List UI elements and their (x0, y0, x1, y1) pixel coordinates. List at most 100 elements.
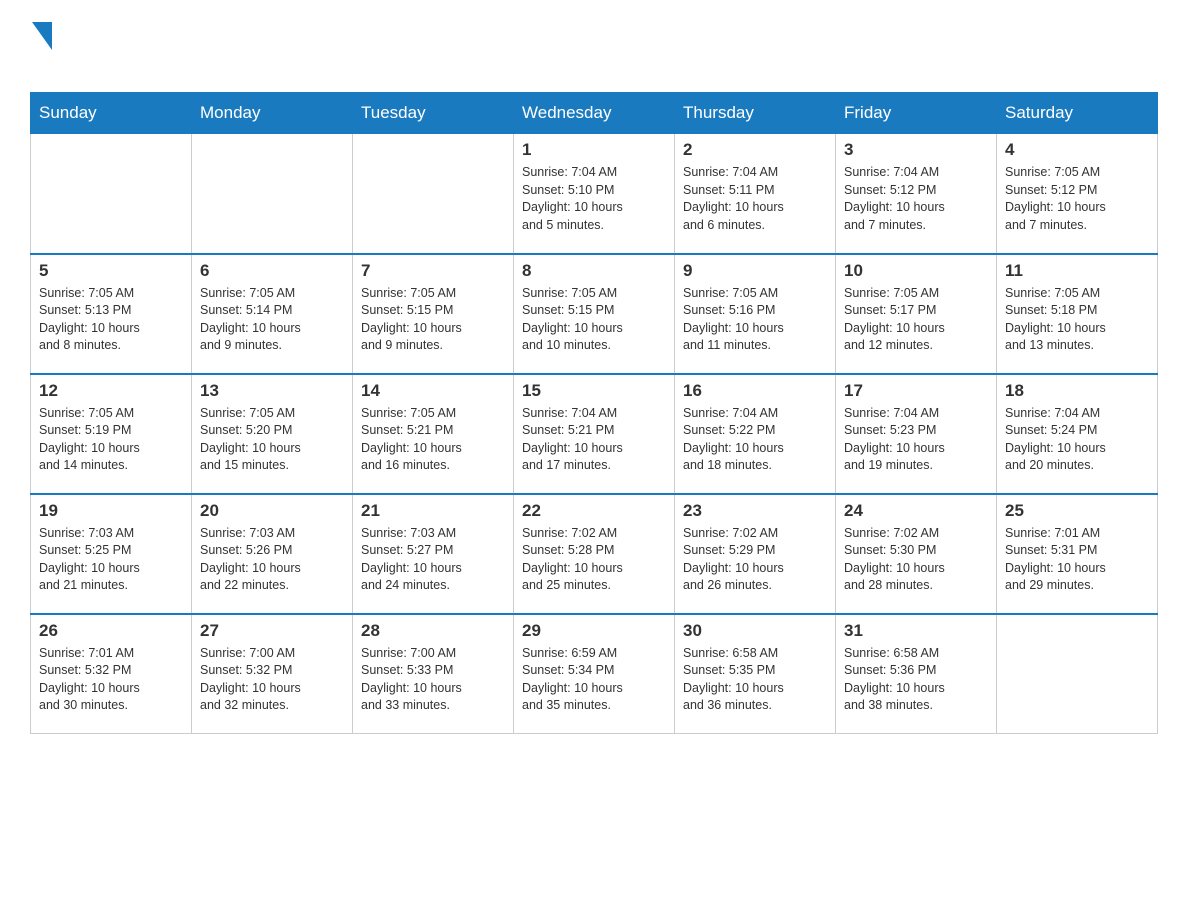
calendar-cell: 13 Sunrise: 7:05 AM Sunset: 5:20 PM Dayli… (192, 374, 353, 494)
day-number: 26 (39, 621, 183, 641)
calendar-cell: 27 Sunrise: 7:00 AM Sunset: 5:32 PM Dayli… (192, 614, 353, 734)
day-number: 1 (522, 140, 666, 160)
weekday-header-sunday: Sunday (31, 93, 192, 134)
day-info: Sunrise: 6:59 AM Sunset: 5:34 PM Dayligh… (522, 645, 666, 715)
day-number: 21 (361, 501, 505, 521)
day-number: 31 (844, 621, 988, 641)
calendar-cell: 12Sunrise: 7:05 AM Sunset: 5:19 PM Dayli… (31, 374, 192, 494)
day-info: Sunrise: 7:04 AM Sunset: 5:11 PM Dayligh… (683, 164, 827, 234)
day-info: Sunrise: 7:04 AM Sunset: 5:10 PM Dayligh… (522, 164, 666, 234)
weekday-header-wednesday: Wednesday (514, 93, 675, 134)
calendar-cell: 24 Sunrise: 7:02 AM Sunset: 5:30 PM Dayli… (836, 494, 997, 614)
calendar-cell: 29 Sunrise: 6:59 AM Sunset: 5:34 PM Dayli… (514, 614, 675, 734)
logo-triangle-icon (32, 22, 52, 50)
weekday-header-friday: Friday (836, 93, 997, 134)
weekday-header-saturday: Saturday (997, 93, 1158, 134)
calendar-week-row: 19 Sunrise: 7:03 AM Sunset: 5:25 PM Dayli… (31, 494, 1158, 614)
calendar-table: SundayMondayTuesdayWednesdayThursdayFrid… (30, 92, 1158, 734)
day-info: Sunrise: 7:05 AM Sunset: 5:21 PM Dayligh… (361, 405, 505, 475)
logo (30, 20, 52, 82)
calendar-cell: 23 Sunrise: 7:02 AM Sunset: 5:29 PM Dayli… (675, 494, 836, 614)
day-info: Sunrise: 7:01 AM Sunset: 5:32 PM Dayligh… (39, 645, 183, 715)
day-info: Sunrise: 7:00 AM Sunset: 5:32 PM Dayligh… (200, 645, 344, 715)
day-info: Sunrise: 7:02 AM Sunset: 5:30 PM Dayligh… (844, 525, 988, 595)
day-number: 8 (522, 261, 666, 281)
day-number: 30 (683, 621, 827, 641)
weekday-header-row: SundayMondayTuesdayWednesdayThursdayFrid… (31, 93, 1158, 134)
calendar-cell: 18Sunrise: 7:04 AM Sunset: 5:24 PM Dayli… (997, 374, 1158, 494)
calendar-cell (192, 134, 353, 254)
day-number: 13 (200, 381, 344, 401)
day-number: 29 (522, 621, 666, 641)
calendar-cell: 9 Sunrise: 7:05 AM Sunset: 5:16 PM Daylig… (675, 254, 836, 374)
day-number: 17 (844, 381, 988, 401)
day-info: Sunrise: 7:05 AM Sunset: 5:15 PM Dayligh… (361, 285, 505, 355)
day-number: 24 (844, 501, 988, 521)
calendar-cell: 5 Sunrise: 7:05 AM Sunset: 5:13 PM Daylig… (31, 254, 192, 374)
day-number: 27 (200, 621, 344, 641)
day-info: Sunrise: 7:04 AM Sunset: 5:22 PM Dayligh… (683, 405, 827, 475)
day-number: 16 (683, 381, 827, 401)
calendar-cell: 21Sunrise: 7:03 AM Sunset: 5:27 PM Dayli… (353, 494, 514, 614)
day-number: 22 (522, 501, 666, 521)
day-number: 6 (200, 261, 344, 281)
weekday-header-tuesday: Tuesday (353, 93, 514, 134)
calendar-week-row: 1 Sunrise: 7:04 AM Sunset: 5:10 PM Daylig… (31, 134, 1158, 254)
day-info: Sunrise: 7:02 AM Sunset: 5:29 PM Dayligh… (683, 525, 827, 595)
page-header (30, 20, 1158, 82)
calendar-cell (31, 134, 192, 254)
calendar-cell: 1 Sunrise: 7:04 AM Sunset: 5:10 PM Daylig… (514, 134, 675, 254)
calendar-cell: 4 Sunrise: 7:05 AM Sunset: 5:12 PM Daylig… (997, 134, 1158, 254)
day-info: Sunrise: 7:03 AM Sunset: 5:26 PM Dayligh… (200, 525, 344, 595)
calendar-cell: 7 Sunrise: 7:05 AM Sunset: 5:15 PM Daylig… (353, 254, 514, 374)
calendar-cell: 28Sunrise: 7:00 AM Sunset: 5:33 PM Dayli… (353, 614, 514, 734)
day-number: 19 (39, 501, 183, 521)
day-info: Sunrise: 7:05 AM Sunset: 5:17 PM Dayligh… (844, 285, 988, 355)
calendar-cell: 19 Sunrise: 7:03 AM Sunset: 5:25 PM Dayli… (31, 494, 192, 614)
weekday-header-thursday: Thursday (675, 93, 836, 134)
calendar-cell: 11Sunrise: 7:05 AM Sunset: 5:18 PM Dayli… (997, 254, 1158, 374)
weekday-header-monday: Monday (192, 93, 353, 134)
day-number: 15 (522, 381, 666, 401)
day-number: 2 (683, 140, 827, 160)
day-number: 23 (683, 501, 827, 521)
calendar-cell: 14 Sunrise: 7:05 AM Sunset: 5:21 PM Dayli… (353, 374, 514, 494)
day-info: Sunrise: 7:04 AM Sunset: 5:23 PM Dayligh… (844, 405, 988, 475)
day-info: Sunrise: 7:04 AM Sunset: 5:21 PM Dayligh… (522, 405, 666, 475)
day-info: Sunrise: 7:05 AM Sunset: 5:16 PM Dayligh… (683, 285, 827, 355)
day-info: Sunrise: 7:03 AM Sunset: 5:25 PM Dayligh… (39, 525, 183, 595)
day-info: Sunrise: 7:05 AM Sunset: 5:15 PM Dayligh… (522, 285, 666, 355)
calendar-cell: 16 Sunrise: 7:04 AM Sunset: 5:22 PM Dayli… (675, 374, 836, 494)
calendar-cell (997, 614, 1158, 734)
calendar-cell: 15 Sunrise: 7:04 AM Sunset: 5:21 PM Dayli… (514, 374, 675, 494)
calendar-cell (353, 134, 514, 254)
calendar-cell: 2 Sunrise: 7:04 AM Sunset: 5:11 PM Daylig… (675, 134, 836, 254)
day-info: Sunrise: 7:05 AM Sunset: 5:20 PM Dayligh… (200, 405, 344, 475)
day-number: 3 (844, 140, 988, 160)
day-number: 7 (361, 261, 505, 281)
calendar-cell: 6 Sunrise: 7:05 AM Sunset: 5:14 PM Daylig… (192, 254, 353, 374)
day-info: Sunrise: 7:05 AM Sunset: 5:18 PM Dayligh… (1005, 285, 1149, 355)
calendar-week-row: 12Sunrise: 7:05 AM Sunset: 5:19 PM Dayli… (31, 374, 1158, 494)
day-info: Sunrise: 6:58 AM Sunset: 5:36 PM Dayligh… (844, 645, 988, 715)
calendar-cell: 31 Sunrise: 6:58 AM Sunset: 5:36 PM Dayli… (836, 614, 997, 734)
day-number: 10 (844, 261, 988, 281)
day-info: Sunrise: 7:05 AM Sunset: 5:12 PM Dayligh… (1005, 164, 1149, 234)
day-number: 20 (200, 501, 344, 521)
day-info: Sunrise: 7:04 AM Sunset: 5:12 PM Dayligh… (844, 164, 988, 234)
calendar-cell: 25 Sunrise: 7:01 AM Sunset: 5:31 PM Dayli… (997, 494, 1158, 614)
day-number: 25 (1005, 501, 1149, 521)
day-number: 5 (39, 261, 183, 281)
day-info: Sunrise: 7:05 AM Sunset: 5:14 PM Dayligh… (200, 285, 344, 355)
day-number: 4 (1005, 140, 1149, 160)
calendar-cell: 20 Sunrise: 7:03 AM Sunset: 5:26 PM Dayli… (192, 494, 353, 614)
calendar-cell: 17 Sunrise: 7:04 AM Sunset: 5:23 PM Dayli… (836, 374, 997, 494)
calendar-week-row: 26 Sunrise: 7:01 AM Sunset: 5:32 PM Dayli… (31, 614, 1158, 734)
day-number: 14 (361, 381, 505, 401)
day-number: 9 (683, 261, 827, 281)
day-info: Sunrise: 6:58 AM Sunset: 5:35 PM Dayligh… (683, 645, 827, 715)
day-number: 12 (39, 381, 183, 401)
calendar-cell: 26 Sunrise: 7:01 AM Sunset: 5:32 PM Dayli… (31, 614, 192, 734)
day-info: Sunrise: 7:05 AM Sunset: 5:13 PM Dayligh… (39, 285, 183, 355)
day-info: Sunrise: 7:01 AM Sunset: 5:31 PM Dayligh… (1005, 525, 1149, 595)
